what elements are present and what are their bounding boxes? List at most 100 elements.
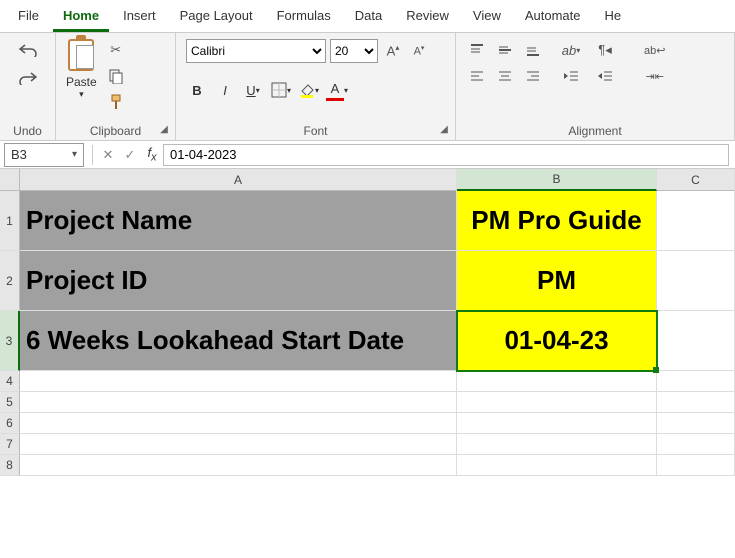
copy-icon [108, 68, 124, 84]
cancel-button[interactable]: ✕ [97, 144, 119, 166]
menu-tab-automate[interactable]: Automate [515, 4, 591, 32]
menu-tab-view[interactable]: View [463, 4, 511, 32]
align-right-button[interactable] [522, 65, 544, 87]
ribbon-group-label: Undo [10, 120, 45, 138]
increase-indent-button[interactable] [594, 65, 616, 87]
cell-c3[interactable] [657, 311, 735, 371]
formula-input[interactable] [163, 144, 729, 166]
format-painter-button[interactable] [105, 91, 127, 113]
col-header-a[interactable]: A [20, 169, 457, 191]
menu-tab-file[interactable]: File [8, 4, 49, 32]
orientation-button[interactable]: ab▾ [560, 39, 582, 61]
menu-tab-formulas[interactable]: Formulas [267, 4, 341, 32]
rtl-button[interactable]: ¶◂ [594, 39, 616, 61]
chevron-down-icon: ▾ [79, 89, 84, 100]
cell-c2[interactable] [657, 251, 735, 311]
cell-b1[interactable]: PM Pro Guide [457, 191, 657, 251]
ribbon-group-alignment: ab▾ ¶◂ ab↩ ⇥⇤ Alignment [456, 33, 735, 140]
cell-b7[interactable] [457, 434, 657, 455]
align-top-button[interactable] [466, 39, 488, 61]
row-header-8[interactable]: 8 [0, 455, 20, 476]
underline-button[interactable]: U▾ [242, 79, 264, 101]
font-name-select[interactable]: Calibri [186, 39, 326, 63]
menu-tab-help[interactable]: He [595, 4, 632, 32]
cell-c5[interactable] [657, 392, 735, 413]
cell-c4[interactable] [657, 371, 735, 392]
decrease-indent-button[interactable] [560, 65, 582, 87]
cell-b3[interactable]: 01-04-23 [457, 311, 657, 371]
increase-indent-icon [597, 69, 613, 83]
check-icon: ✓ [125, 147, 136, 163]
row-header-5[interactable]: 5 [0, 392, 20, 413]
align-middle-button[interactable] [494, 39, 516, 61]
ribbon: Undo Paste ▾ ✂ Clipboard ◢ [0, 33, 735, 141]
row-header-1[interactable]: 1 [0, 191, 20, 251]
cell-b5[interactable] [457, 392, 657, 413]
name-box[interactable]: B3 ▾ [4, 143, 84, 167]
cell-c8[interactable] [657, 455, 735, 476]
wrap-text-icon: ab↩ [644, 44, 665, 57]
underline-icon: U [246, 83, 255, 98]
font-size-select[interactable]: 20 [330, 39, 378, 63]
cell-b8[interactable] [457, 455, 657, 476]
col-header-c[interactable]: C [657, 169, 735, 191]
menu-tab-page-layout[interactable]: Page Layout [170, 4, 263, 32]
undo-button[interactable] [17, 39, 39, 61]
align-bottom-button[interactable] [522, 39, 544, 61]
cell-a5[interactable] [20, 392, 457, 413]
cell-a3[interactable]: 6 Weeks Lookahead Start Date [20, 311, 457, 371]
row-header-4[interactable]: 4 [0, 371, 20, 392]
cell-c6[interactable] [657, 413, 735, 434]
row-header-7[interactable]: 7 [0, 434, 20, 455]
cut-button[interactable]: ✂ [105, 39, 127, 61]
redo-button[interactable] [17, 67, 39, 89]
ribbon-group-label: Alignment [466, 120, 724, 138]
cell-a7[interactable] [20, 434, 457, 455]
decrease-font-icon: A▾ [414, 44, 425, 58]
italic-icon: I [223, 83, 227, 98]
menu-tab-home[interactable]: Home [53, 4, 109, 32]
undo-icon [19, 43, 37, 57]
row-header-2[interactable]: 2 [0, 251, 20, 311]
increase-font-button[interactable]: A▴ [382, 40, 404, 62]
cell-a2[interactable]: Project ID [20, 251, 457, 311]
dialog-launcher-icon[interactable]: ◢ [157, 122, 171, 136]
insert-function-button[interactable]: fx [141, 145, 163, 164]
menu-tab-insert[interactable]: Insert [113, 4, 166, 32]
decrease-font-button[interactable]: A▾ [408, 40, 430, 62]
confirm-button[interactable]: ✓ [119, 144, 141, 166]
fill-color-button[interactable]: ▾ [298, 79, 320, 101]
worksheet: 1 2 3 4 5 6 7 8 A B C Project Name PM Pr… [0, 169, 735, 558]
copy-button[interactable] [105, 65, 127, 87]
select-all-corner[interactable] [0, 169, 20, 191]
font-color-button[interactable]: A▾ [326, 79, 348, 101]
row-headers: 1 2 3 4 5 6 7 8 [0, 169, 20, 558]
borders-button[interactable]: ▾ [270, 79, 292, 101]
menu-tab-review[interactable]: Review [396, 4, 459, 32]
dialog-launcher-icon[interactable]: ◢ [437, 122, 451, 136]
merge-center-button[interactable]: ⇥⇤ [642, 65, 668, 87]
align-left-button[interactable] [466, 65, 488, 87]
cell-a6[interactable] [20, 413, 457, 434]
cell-a4[interactable] [20, 371, 457, 392]
cell-c7[interactable] [657, 434, 735, 455]
menu-tab-data[interactable]: Data [345, 4, 392, 32]
paintbrush-icon [108, 94, 124, 110]
row-header-6[interactable]: 6 [0, 413, 20, 434]
cell-a1[interactable]: Project Name [20, 191, 457, 251]
formula-bar: B3 ▾ ✕ ✓ fx [0, 141, 735, 169]
align-center-button[interactable] [494, 65, 516, 87]
align-left-icon [470, 69, 484, 83]
wrap-text-button[interactable]: ab↩ [640, 39, 669, 61]
cell-b6[interactable] [457, 413, 657, 434]
italic-button[interactable]: I [214, 79, 236, 101]
cell-b2[interactable]: PM [457, 251, 657, 311]
col-header-b[interactable]: B [457, 169, 657, 191]
cell-c1[interactable] [657, 191, 735, 251]
row-header-3[interactable]: 3 [0, 311, 20, 371]
font-color-icon: A [326, 79, 344, 101]
paste-button[interactable]: Paste ▾ [66, 39, 97, 100]
cell-b4[interactable] [457, 371, 657, 392]
bold-button[interactable]: B [186, 79, 208, 101]
cell-a8[interactable] [20, 455, 457, 476]
